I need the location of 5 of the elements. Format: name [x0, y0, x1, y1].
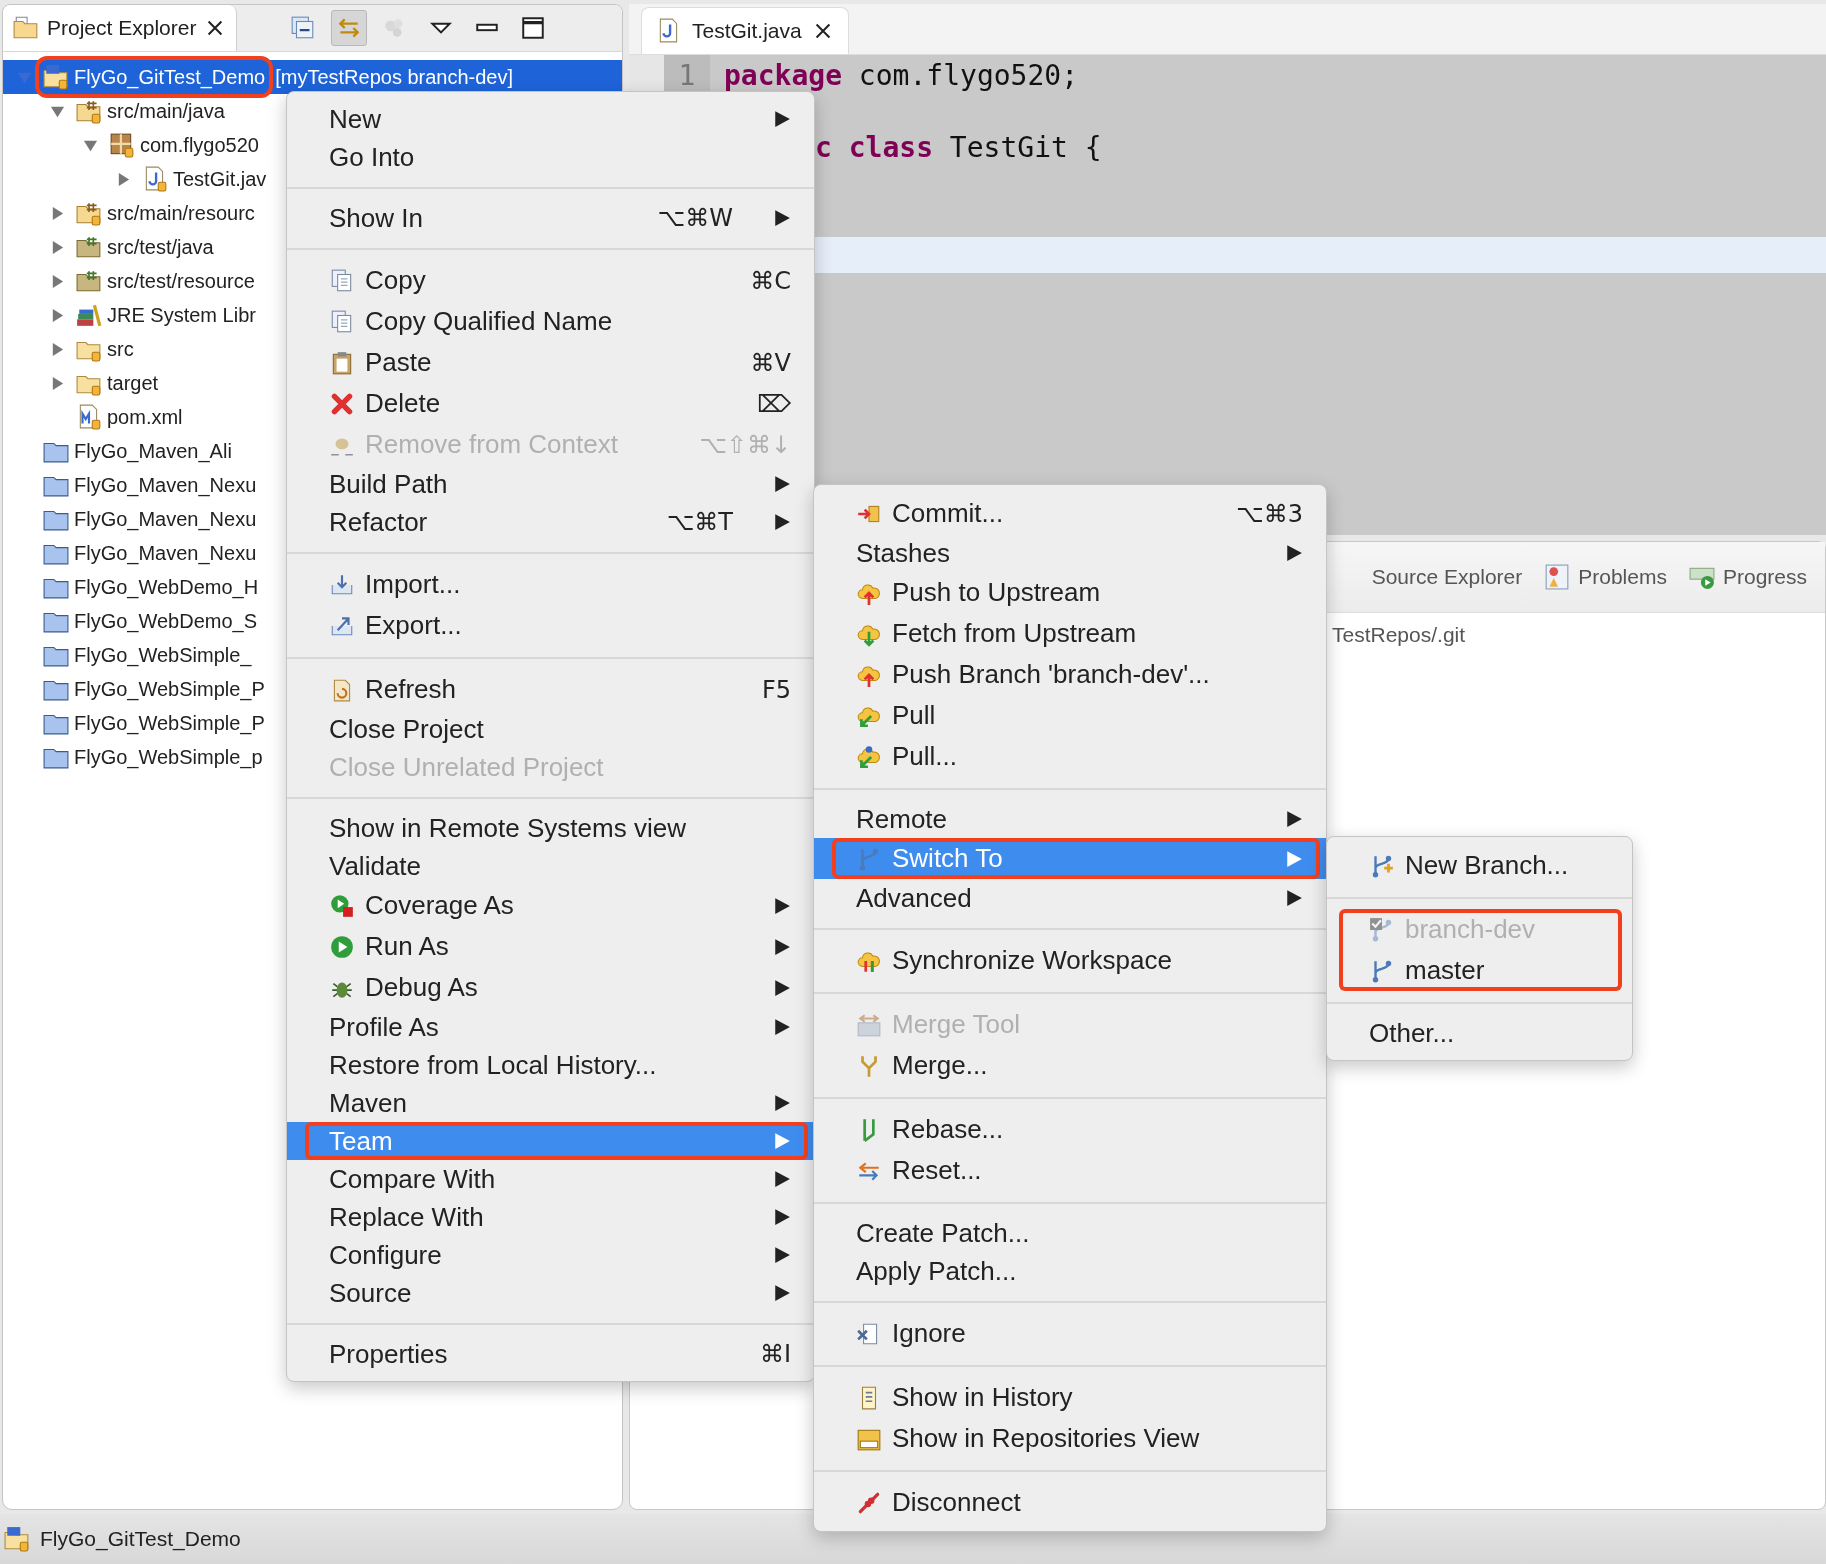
status-text: FlyGo_GitTest_Demo [40, 1527, 241, 1551]
code-line: package com.flygo520; [724, 58, 1079, 92]
repository-path: TestRepos/.git [1332, 623, 1466, 646]
code-line: c class TestGit { [815, 130, 1102, 164]
line-number: 1 [678, 58, 696, 92]
